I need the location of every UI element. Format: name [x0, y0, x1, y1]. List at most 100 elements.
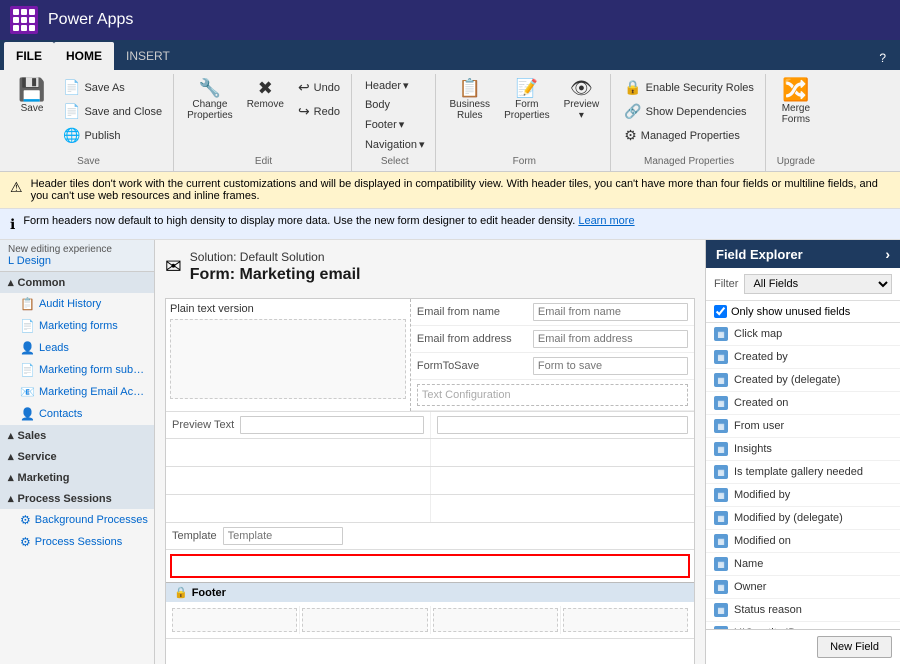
ps-label: Process Sessions: [18, 493, 112, 505]
field-explorer: Field Explorer › Filter All Fields Only …: [705, 240, 900, 664]
form-row-top: Plain text version Email from name Email…: [166, 299, 694, 412]
fe-item-insights-icon: ▦: [714, 442, 728, 456]
empty-cell-1: [166, 439, 431, 466]
selected-row[interactable]: [170, 554, 690, 578]
learn-more-link[interactable]: Learn more: [578, 215, 634, 227]
new-field-button[interactable]: New Field: [817, 636, 892, 658]
merge-label: MergeForms: [782, 103, 810, 125]
body-button[interactable]: Body: [360, 96, 430, 114]
fe-item-modified-by-delegate[interactable]: ▦ Modified by (delegate): [706, 507, 900, 530]
fe-item-modified-on[interactable]: ▦ Modified on: [706, 530, 900, 553]
footer-field-3[interactable]: [433, 608, 558, 632]
sidebar-section-process-sessions[interactable]: ▴ Process Sessions: [0, 488, 154, 509]
sidebar-item-process-sessions[interactable]: ⚙ Process Sessions: [0, 531, 154, 553]
sidebar-item-marketing-form-subm[interactable]: 📄 Marketing form subm...: [0, 359, 154, 381]
tab-insert[interactable]: INSERT: [114, 42, 182, 70]
change-properties-button[interactable]: 🔧 ChangeProperties: [182, 76, 238, 124]
navigation-dropdown[interactable]: Navigation ▾: [360, 135, 430, 154]
fe-item-created-by[interactable]: ▦ Created by: [706, 346, 900, 369]
publish-button[interactable]: 🌐 Publish: [58, 124, 167, 147]
sidebar-item-marketing-email[interactable]: 📧 Marketing Email Activ...: [0, 381, 154, 403]
ribbon-group-edit-content: 🔧 ChangeProperties ✖ Remove ↩ Undo ↪ Red…: [182, 76, 345, 154]
footer-field-2[interactable]: [302, 608, 427, 632]
business-rules-button[interactable]: 📋 BusinessRules: [444, 76, 495, 124]
business-rules-label: BusinessRules: [449, 99, 490, 121]
form-properties-icon: 📝: [516, 79, 538, 97]
fe-item-modified-by[interactable]: ▦ Modified by: [706, 484, 900, 507]
me-icon: 📧: [20, 385, 35, 399]
deps-icon: 🔗: [624, 103, 641, 120]
save-button[interactable]: 💾 Save: [10, 76, 54, 117]
deps-label: Show Dependencies: [646, 106, 747, 118]
fe-item-created-by-delegate[interactable]: ▦ Created by (delegate): [706, 369, 900, 392]
tab-home[interactable]: HOME: [54, 42, 114, 70]
fe-item-created-on[interactable]: ▦ Created on: [706, 392, 900, 415]
show-deps-button[interactable]: 🔗 Show Dependencies: [619, 100, 759, 123]
undo-button[interactable]: ↩ Undo: [293, 76, 345, 99]
footer-field-4[interactable]: [563, 608, 688, 632]
fe-item-status-reason[interactable]: ▦ Status reason: [706, 599, 900, 622]
redo-button[interactable]: ↪ Redo: [293, 100, 345, 123]
sidebar-item-leads[interactable]: 👤 Leads: [0, 337, 154, 359]
footer-cell-4: [561, 606, 690, 634]
marketing-forms-icon: 📄: [20, 319, 35, 333]
remove-button[interactable]: ✖ Remove: [242, 76, 289, 113]
preview-text-input[interactable]: [240, 416, 423, 434]
fe-item-template-gallery[interactable]: ▦ Is template gallery needed: [706, 461, 900, 484]
fe-item-click-map[interactable]: ▦ Click map: [706, 323, 900, 346]
header-dropdown[interactable]: Header ▾: [360, 76, 430, 95]
sidebar-section-service[interactable]: ▴ Service: [0, 446, 154, 467]
ribbon-group-select-content: Header ▾ Body Footer ▾ Navigation ▾: [360, 76, 430, 154]
sidebar-item-audit-history[interactable]: 📋 Audit History: [0, 293, 154, 315]
fe-item-uic-entity[interactable]: ▦ UIC entity ID: [706, 622, 900, 629]
preview-button[interactable]: 👁 Preview ▾: [559, 76, 605, 124]
email-from-name-input[interactable]: [533, 303, 688, 321]
remove-icon: ✖: [258, 79, 273, 97]
plain-text-area[interactable]: [170, 319, 406, 399]
fe-item-from-user-icon: ▦: [714, 419, 728, 433]
managed-col: 🔒 Enable Security Roles 🔗 Show Dependenc…: [619, 76, 759, 147]
save-close-button[interactable]: 📄 Save and Close: [58, 100, 167, 123]
form-to-save-input[interactable]: [533, 357, 688, 375]
sidebar-section-common[interactable]: ▴ Common: [0, 272, 154, 293]
managed-props-button[interactable]: ⚙ Managed Properties: [619, 124, 759, 147]
sidebar-section-sales[interactable]: ▴ Sales: [0, 425, 154, 446]
enable-security-button[interactable]: 🔒 Enable Security Roles: [619, 76, 759, 99]
tab-file[interactable]: FILE: [4, 42, 54, 70]
field-explorer-chevron[interactable]: ›: [885, 246, 890, 262]
waffle-menu[interactable]: [10, 6, 38, 34]
sidebar-item-background-processes[interactable]: ⚙ Background Processes: [0, 509, 154, 531]
sidebar-item-marketing-forms[interactable]: 📄 Marketing forms: [0, 315, 154, 337]
fe-item-name[interactable]: ▦ Name: [706, 553, 900, 576]
text-config-area: Text Configuration: [411, 380, 694, 411]
footer-field-1[interactable]: [172, 608, 297, 632]
empty-cell-4: [431, 467, 695, 494]
email-from-addr-input[interactable]: [533, 330, 688, 348]
redo-label: Redo: [314, 106, 340, 118]
form-row-empty2: [166, 467, 694, 495]
ribbon-group-upgrade-content: 🔀 MergeForms: [774, 76, 818, 154]
form-row-empty1: [166, 439, 694, 467]
sidebar-item-contacts[interactable]: 👤 Contacts: [0, 403, 154, 425]
info-icon: ℹ: [10, 216, 15, 233]
help-button[interactable]: ?: [869, 46, 896, 70]
footer-dropdown[interactable]: Footer ▾: [360, 115, 430, 134]
audit-history-icon: 📋: [20, 297, 35, 311]
fe-item-from-user[interactable]: ▦ From user: [706, 415, 900, 438]
fe-unused-checkbox[interactable]: [714, 305, 727, 318]
preview-text-cell: Preview Text: [166, 412, 431, 438]
fe-item-owner-icon: ▦: [714, 580, 728, 594]
design-link[interactable]: L Design: [8, 255, 146, 267]
preview-text-right-input[interactable]: [437, 416, 689, 434]
fe-item-insights[interactable]: ▦ Insights: [706, 438, 900, 461]
merge-forms-button[interactable]: 🔀 MergeForms: [774, 76, 818, 128]
template-input[interactable]: [223, 527, 343, 545]
form-row-form-to-save: FormToSave: [411, 353, 694, 380]
fe-checkbox-row: Only show unused fields: [706, 301, 900, 323]
save-as-button[interactable]: 📄 Save As: [58, 76, 167, 99]
form-properties-button[interactable]: 📝 FormProperties: [499, 76, 555, 124]
fe-item-owner[interactable]: ▦ Owner: [706, 576, 900, 599]
sidebar-section-marketing[interactable]: ▴ Marketing: [0, 467, 154, 488]
fe-filter-select[interactable]: All Fields: [744, 274, 892, 294]
footer-row: [166, 602, 694, 639]
